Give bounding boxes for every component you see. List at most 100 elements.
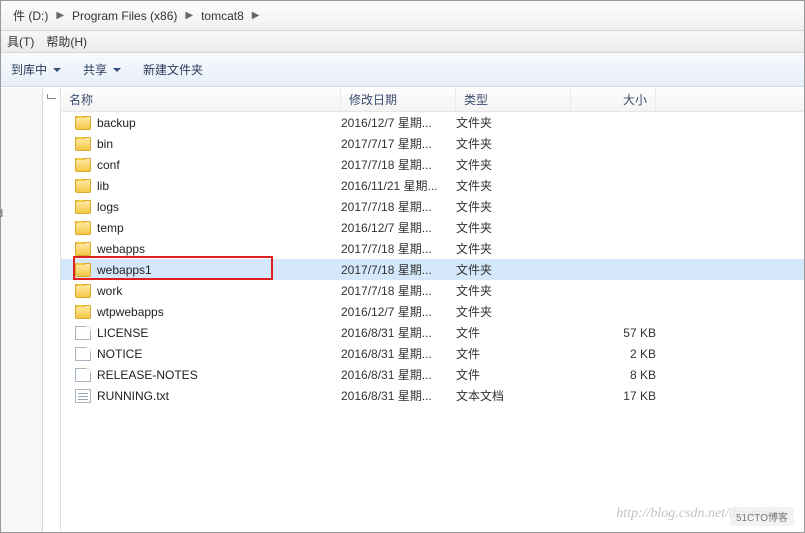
file-name-label: bin <box>97 137 113 151</box>
cell-date: 2016/8/31 星期... <box>341 366 456 383</box>
folder-icon <box>75 137 91 151</box>
cell-date: 2017/7/18 星期... <box>341 240 456 257</box>
share-button[interactable]: 共享 <box>83 61 121 78</box>
chevron-down-icon <box>113 68 121 72</box>
folder-icon <box>75 116 91 130</box>
cell-name: temp <box>75 221 341 235</box>
watermark-badge: 51CTO博客 <box>730 507 794 526</box>
file-icon <box>75 326 91 340</box>
tree-toggle-col[interactable] <box>43 88 61 532</box>
file-row[interactable]: webapps12017/7/18 星期...文件夹 <box>61 259 804 280</box>
folder-icon <box>75 242 91 256</box>
file-row[interactable]: backup2016/12/7 星期...文件夹 <box>61 112 804 133</box>
cell-name: LICENSE <box>75 326 341 340</box>
cell-name: conf <box>75 158 341 172</box>
file-icon <box>75 347 91 361</box>
file-row[interactable]: conf2017/7/18 星期...文件夹 <box>61 154 804 175</box>
cell-type: 文本文档 <box>456 387 571 404</box>
menu-tools[interactable]: 具(T) <box>7 33 34 50</box>
cell-date: 2016/12/7 星期... <box>341 303 456 320</box>
cell-date: 2017/7/18 星期... <box>341 156 456 173</box>
file-row[interactable]: work2017/7/18 星期...文件夹 <box>61 280 804 301</box>
cell-size: 57 KB <box>571 326 656 340</box>
cell-type: 文件夹 <box>456 261 571 278</box>
file-name-label: logs <box>97 200 119 214</box>
cell-date: 2016/8/31 星期... <box>341 324 456 341</box>
col-date[interactable]: 修改日期 <box>341 88 456 112</box>
cell-name: RELEASE-NOTES <box>75 368 341 382</box>
cell-name: webapps1 <box>75 263 341 277</box>
nav-text-fragment: d <box>0 208 3 220</box>
cell-type: 文件 <box>456 345 571 362</box>
cell-type: 文件夹 <box>456 303 571 320</box>
folder-icon <box>75 263 91 277</box>
cell-type: 文件 <box>456 324 571 341</box>
file-name-label: temp <box>97 221 124 235</box>
col-size[interactable]: 大小 <box>571 88 656 112</box>
col-name[interactable]: 名称 <box>61 88 341 112</box>
folder-icon <box>75 158 91 172</box>
cell-date: 2016/12/7 星期... <box>341 219 456 236</box>
cell-date: 2016/8/31 星期... <box>341 345 456 362</box>
file-row[interactable]: wtpwebapps2016/12/7 星期...文件夹 <box>61 301 804 322</box>
nav-pane[interactable]: d <box>1 88 43 532</box>
cell-type: 文件夹 <box>456 198 571 215</box>
cell-date: 2017/7/18 星期... <box>341 198 456 215</box>
file-name-label: RUNNING.txt <box>97 389 169 403</box>
breadcrumb-seg-drive[interactable]: 件 (D:) <box>7 3 54 28</box>
file-name-label: webapps1 <box>97 263 152 277</box>
file-row[interactable]: LICENSE 2016/8/31 星期...文件57 KB <box>61 322 804 343</box>
file-name-label: NOTICE <box>97 347 142 361</box>
file-row[interactable]: temp2016/12/7 星期...文件夹 <box>61 217 804 238</box>
cell-size: 17 KB <box>571 389 656 403</box>
cell-name: backup <box>75 116 341 130</box>
chevron-down-icon <box>53 68 61 72</box>
breadcrumb-seg-tomcat[interactable]: tomcat8 <box>195 5 250 27</box>
cell-name: wtpwebapps <box>75 305 341 319</box>
file-name-label: lib <box>97 179 109 193</box>
folder-icon <box>75 179 91 193</box>
cell-date: 2017/7/18 星期... <box>341 282 456 299</box>
include-label: 到库中 <box>11 61 47 78</box>
file-row[interactable]: RUNNING.txt 2016/8/31 星期...文本文档17 KB <box>61 385 804 406</box>
file-row[interactable]: NOTICE2016/8/31 星期...文件2 KB <box>61 343 804 364</box>
breadcrumb-seg-progfiles[interactable]: Program Files (x86) <box>66 5 183 27</box>
include-in-library-button[interactable]: 到库中 <box>11 61 61 78</box>
command-bar: 到库中 共享 新建文件夹 <box>1 53 804 87</box>
column-headers: 名称 修改日期 类型 大小 <box>61 88 804 112</box>
cell-name: webapps <box>75 242 341 256</box>
cell-type: 文件夹 <box>456 240 571 257</box>
cell-date: 2016/12/7 星期... <box>341 114 456 131</box>
share-label: 共享 <box>83 61 107 78</box>
file-name-label: backup <box>97 116 136 130</box>
new-folder-button[interactable]: 新建文件夹 <box>143 61 203 78</box>
cell-type: 文件夹 <box>456 156 571 173</box>
address-breadcrumb[interactable]: 件 (D:) ▶ Program Files (x86) ▶ tomcat8 ▶ <box>1 1 804 31</box>
file-rows: backup2016/12/7 星期...文件夹bin2017/7/17 星期.… <box>61 112 804 406</box>
content-area: d 名称 修改日期 类型 大小 backup2016/12/7 星期...文件夹… <box>1 88 804 532</box>
cell-name: RUNNING.txt <box>75 389 341 403</box>
file-row[interactable]: lib2016/11/21 星期...文件夹 <box>61 175 804 196</box>
cell-name: bin <box>75 137 341 151</box>
file-icon <box>75 368 91 382</box>
chevron-right-icon[interactable]: ▶ <box>54 10 66 21</box>
file-row[interactable]: logs 2017/7/18 星期...文件夹 <box>61 196 804 217</box>
cell-date: 2016/8/31 星期... <box>341 387 456 404</box>
cell-type: 文件夹 <box>456 177 571 194</box>
file-name-label: RELEASE-NOTES <box>97 368 198 382</box>
chevron-right-icon[interactable]: ▶ <box>250 10 262 21</box>
file-row[interactable]: bin2017/7/17 星期...文件夹 <box>61 133 804 154</box>
folder-icon <box>75 284 91 298</box>
file-name-label: LICENSE <box>97 326 148 340</box>
cell-name: lib <box>75 179 341 193</box>
cell-type: 文件 <box>456 366 571 383</box>
file-row[interactable]: webapps2017/7/18 星期...文件夹 <box>61 238 804 259</box>
cell-type: 文件夹 <box>456 135 571 152</box>
file-row[interactable]: RELEASE-NOTES2016/8/31 星期...文件8 KB <box>61 364 804 385</box>
folder-icon <box>75 221 91 235</box>
chevron-right-icon[interactable]: ▶ <box>183 10 195 21</box>
col-type[interactable]: 类型 <box>456 88 571 112</box>
cell-name: NOTICE <box>75 347 341 361</box>
file-list-pane: 名称 修改日期 类型 大小 backup2016/12/7 星期...文件夹bi… <box>61 88 804 532</box>
menu-help[interactable]: 帮助(H) <box>46 33 87 50</box>
